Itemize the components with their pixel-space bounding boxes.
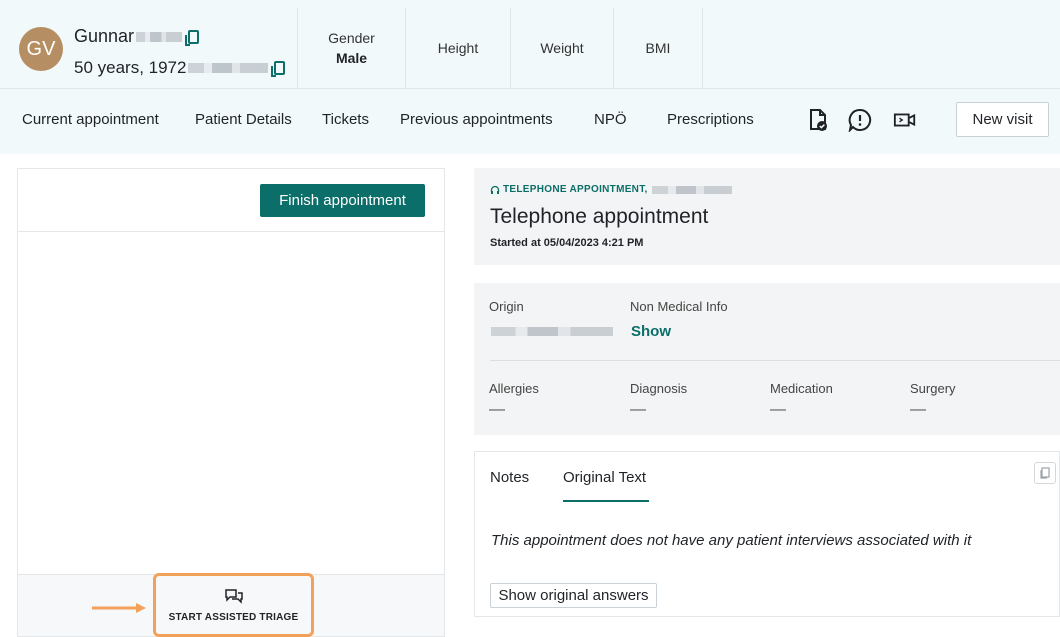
triage-label: START ASSISTED TRIAGE [168,611,299,623]
patient-info-card: Origin Non Medical Info Show Allergies —… [474,283,1060,435]
appointment-started: Started at 05/04/2023 4:21 PM [490,237,644,249]
medication-value: — [770,401,786,418]
active-tab-indicator [563,500,649,502]
avatar: GV [19,27,63,71]
no-interviews-message: This appointment does not have any patie… [491,532,972,549]
copy-name-icon[interactable] [185,29,200,46]
show-non-medical-link[interactable]: Show [631,323,671,340]
diagnosis-value: — [630,401,646,418]
allergies-value: — [489,401,505,418]
tab-previous-appointments[interactable]: Previous appointments [400,111,553,128]
weight-label: Weight [540,40,584,56]
chat-bubbles-icon [224,588,243,604]
patient-age-row: 50 years, 1972 [74,58,286,78]
video-camera-icon[interactable] [893,108,917,132]
weight-cell: Weight [511,8,614,88]
new-visit-button[interactable]: New visit [956,102,1049,137]
redacted-origin [491,327,613,336]
redacted-clinic [651,185,732,194]
patient-header: GV Gunnar 50 years, 1972 Gender Male Hei… [0,0,1060,154]
gender-label: Gender [328,30,375,46]
left-panel: Finish appointment [17,168,445,637]
tab-current-appointment[interactable]: Current appointment [22,111,159,128]
tab-notes[interactable]: Notes [490,469,529,486]
diagnosis-label: Diagnosis [630,381,688,396]
patient-summary: GV Gunnar 50 years, 1972 [0,8,298,88]
non-medical-info-label: Non Medical Info [630,299,728,314]
header-divider [0,88,1060,89]
finish-appointment-button[interactable]: Finish appointment [260,184,425,217]
bmi-cell: BMI [614,8,703,88]
height-cell: Height [406,8,511,88]
appointment-type-tag: TELEPHONE APPOINTMENT, [490,184,732,195]
notes-card: Notes Original Text This appointment doe… [474,451,1060,617]
left-panel-toolbar: Finish appointment [18,169,444,232]
tab-original-text[interactable]: Original Text [563,469,646,486]
surgery-label: Surgery [910,381,956,396]
gender-value: Male [335,50,368,66]
allergies-label: Allergies [489,381,539,396]
headset-icon [490,185,500,194]
redacted-personal-number [188,63,269,73]
redacted-surname [136,31,183,42]
start-assisted-triage-button[interactable]: START ASSISTED TRIAGE [153,573,314,637]
tab-tickets[interactable]: Tickets [322,111,369,128]
info-divider [490,360,1060,361]
surgery-value: — [910,401,926,418]
document-check-icon[interactable] [806,108,830,132]
patient-name-row: Gunnar [74,26,200,47]
tab-npo[interactable]: NPÖ [594,111,627,128]
gender-cell: Gender Male [298,8,406,88]
tab-prescriptions[interactable]: Prescriptions [667,111,754,128]
copy-personal-number-icon[interactable] [271,61,286,77]
patient-name: Gunnar [74,26,135,46]
copy-icon[interactable] [1034,462,1056,484]
appointment-tag-text: TELEPHONE APPOINTMENT, [503,184,648,195]
highlight-arrow-icon [92,603,146,613]
medication-label: Medication [770,381,833,396]
appointment-card: TELEPHONE APPOINTMENT, Telephone appoint… [474,168,1060,265]
appointment-title: Telephone appointment [490,205,709,228]
alert-circle-icon[interactable] [848,108,872,132]
patient-age: 50 years, 1972 [74,58,187,77]
height-label: Height [437,40,479,56]
show-original-answers-button[interactable]: Show original answers [490,583,657,608]
bmi-label: BMI [645,40,671,56]
origin-label: Origin [489,299,524,314]
tab-patient-details[interactable]: Patient Details [195,111,292,128]
